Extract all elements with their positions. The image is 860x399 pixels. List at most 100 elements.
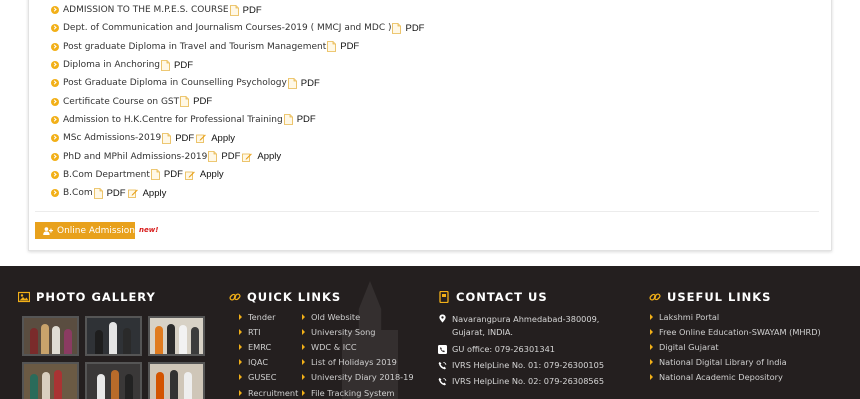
quick-link[interactable]: RTI xyxy=(239,324,298,339)
admission-item: Diploma in Anchoring PDF xyxy=(51,56,425,74)
online-admission-label: Online Admission xyxy=(57,225,135,236)
pdf-link[interactable]: PDF xyxy=(175,133,194,144)
quick-link[interactable]: University Diary 2018-19 xyxy=(302,370,414,385)
admission-title: B.Com xyxy=(63,188,93,199)
edit-icon xyxy=(196,133,207,144)
pdf-link[interactable]: PDF xyxy=(164,169,183,180)
chevron-circle-icon xyxy=(51,189,59,198)
useful-links-list: Lakshmi Portal Free Online Education-SWAY… xyxy=(650,309,821,385)
chevron-circle-icon xyxy=(51,6,59,15)
pdf-file-icon xyxy=(162,132,172,144)
quick-links-heading: QUICK LINKS xyxy=(229,290,341,304)
phone-volume-icon xyxy=(438,361,447,370)
pdf-link[interactable]: PDF xyxy=(297,114,316,125)
pdf-file-icon xyxy=(287,77,297,89)
gallery-photo[interactable] xyxy=(22,362,79,399)
divider xyxy=(35,211,819,212)
admissions-card: ADMISSION TO THE M.P.E.S. COURSE PDF Dept.… xyxy=(28,0,832,251)
helpline-2[interactable]: IVRS HelpLine No. 02: 079-26308565 xyxy=(452,376,604,386)
admission-title: Diploma in Anchoring xyxy=(63,60,160,71)
user-plus-icon xyxy=(43,226,53,235)
photo-gallery-title: PHOTO GALLERY xyxy=(36,290,156,304)
new-badge: new! xyxy=(139,226,159,234)
quick-link[interactable]: WDC & ICC xyxy=(302,339,414,354)
admission-item: PhD and MPhil Admissions-2019 PDF Apply xyxy=(51,147,425,165)
link-icon xyxy=(229,293,241,301)
apply-link[interactable]: Apply xyxy=(200,169,224,180)
admission-title: Admission to H.K.Centre for Professional… xyxy=(63,114,283,125)
gallery-photo[interactable] xyxy=(22,316,79,356)
pdf-link[interactable]: PDF xyxy=(405,23,424,34)
admissions-section: ADMISSION TO THE M.P.E.S. COURSE PDF Dept.… xyxy=(0,0,860,266)
useful-link[interactable]: National Academic Depository xyxy=(650,370,821,385)
quick-link[interactable]: IQAC xyxy=(239,355,298,370)
phone-book-icon xyxy=(439,291,449,303)
quick-link[interactable]: Tender xyxy=(239,309,298,324)
gallery-photo[interactable] xyxy=(85,316,142,356)
quick-link[interactable]: File Tracking System xyxy=(302,385,414,399)
address-line1: Navarangpura Ahmedabad-380009, xyxy=(452,314,600,324)
quick-links-col1: Tender RTI EMRC IQAC GUSEC Recruitment xyxy=(239,309,298,399)
useful-link[interactable]: Digital Gujarat xyxy=(650,339,821,354)
chevron-circle-icon xyxy=(51,115,59,124)
pdf-link[interactable]: PDF xyxy=(221,151,240,162)
pdf-link[interactable]: PDF xyxy=(301,78,320,89)
contact-info: Navarangpura Ahmedabad-380009, Gujarat, … xyxy=(438,313,604,392)
admission-item: B.Com PDF Apply xyxy=(51,184,425,202)
admission-title: Dept. of Communication and Journalism Co… xyxy=(63,23,392,34)
pdf-link[interactable]: PDF xyxy=(193,96,212,107)
pdf-link[interactable]: PDF xyxy=(174,60,193,71)
admission-title: Post graduate Diploma in Travel and Tour… xyxy=(63,41,327,52)
helpline-1[interactable]: IVRS HelpLine No. 01: 079-26300105 xyxy=(452,360,604,370)
admission-title: Post Graduate Diploma in Counselling Psy… xyxy=(63,78,287,89)
edit-icon xyxy=(127,188,138,199)
phone-volume-icon xyxy=(438,377,447,386)
quick-link[interactable]: Recruitment xyxy=(239,385,298,399)
gallery-photo[interactable] xyxy=(85,362,142,399)
admission-item: Post Graduate Diploma in Counselling Psy… xyxy=(51,74,425,92)
pdf-file-icon xyxy=(161,59,170,71)
useful-links-heading: USEFUL LINKS xyxy=(649,290,771,304)
chevron-circle-icon xyxy=(51,134,59,143)
admission-item: Admission to H.K.Centre for Professional… xyxy=(51,111,425,129)
pdf-link[interactable]: PDF xyxy=(107,188,126,199)
quick-link[interactable]: List of Holidays 2019 xyxy=(302,355,414,370)
apply-link[interactable]: Apply xyxy=(211,133,235,144)
admission-title: PhD and MPhil Admissions-2019 xyxy=(63,151,208,162)
quick-links-col2: Old Website University Song WDC & ICC List … xyxy=(302,309,414,399)
pdf-file-icon xyxy=(327,41,337,53)
quick-link[interactable]: University Song xyxy=(302,324,414,339)
admission-item: Dept. of Communication and Journalism Co… xyxy=(51,19,425,37)
contact-office: GU office: 079-26301341 xyxy=(438,344,604,354)
pdf-file-icon xyxy=(180,96,190,108)
apply-link[interactable]: Apply xyxy=(257,151,281,162)
edit-icon xyxy=(185,170,195,180)
quick-links-title: QUICK LINKS xyxy=(247,290,342,304)
office-phone[interactable]: GU office: 079-26301341 xyxy=(452,344,555,354)
quick-link[interactable]: GUSEC xyxy=(239,370,298,385)
contact-heading: CONTACT US xyxy=(438,290,548,304)
apply-link[interactable]: Apply xyxy=(143,188,167,199)
quick-link[interactable]: Old Website xyxy=(302,309,414,324)
quick-link[interactable]: EMRC xyxy=(239,339,298,354)
gallery-photo[interactable] xyxy=(148,316,205,356)
admissions-list: ADMISSION TO THE M.P.E.S. COURSE PDF Dept.… xyxy=(51,1,425,202)
gallery-photo[interactable] xyxy=(148,362,205,399)
pdf-file-icon xyxy=(208,151,218,162)
phone-square-icon xyxy=(438,345,447,354)
address-line2: Gujarat, INDIA. xyxy=(452,326,513,337)
admission-item: Post graduate Diploma in Travel and Tour… xyxy=(51,38,425,56)
useful-link[interactable]: National Digital Library of India xyxy=(650,355,821,370)
pdf-link[interactable]: PDF xyxy=(243,5,262,16)
contact-title: CONTACT US xyxy=(456,290,548,304)
chevron-circle-icon xyxy=(51,152,59,161)
online-admission-button[interactable]: Online Admission xyxy=(35,222,135,239)
admission-title: ADMISSION TO THE M.P.E.S. COURSE xyxy=(63,5,229,16)
pdf-link[interactable]: PDF xyxy=(340,41,359,52)
chevron-circle-icon xyxy=(51,97,59,106)
useful-link[interactable]: Lakshmi Portal xyxy=(650,309,821,324)
pdf-file-icon xyxy=(151,169,160,181)
chevron-circle-icon xyxy=(51,42,59,51)
contact-helpline2: IVRS HelpLine No. 02: 079-26308565 xyxy=(438,376,604,386)
useful-link[interactable]: Free Online Education-SWAYAM (MHRD) xyxy=(650,324,821,339)
